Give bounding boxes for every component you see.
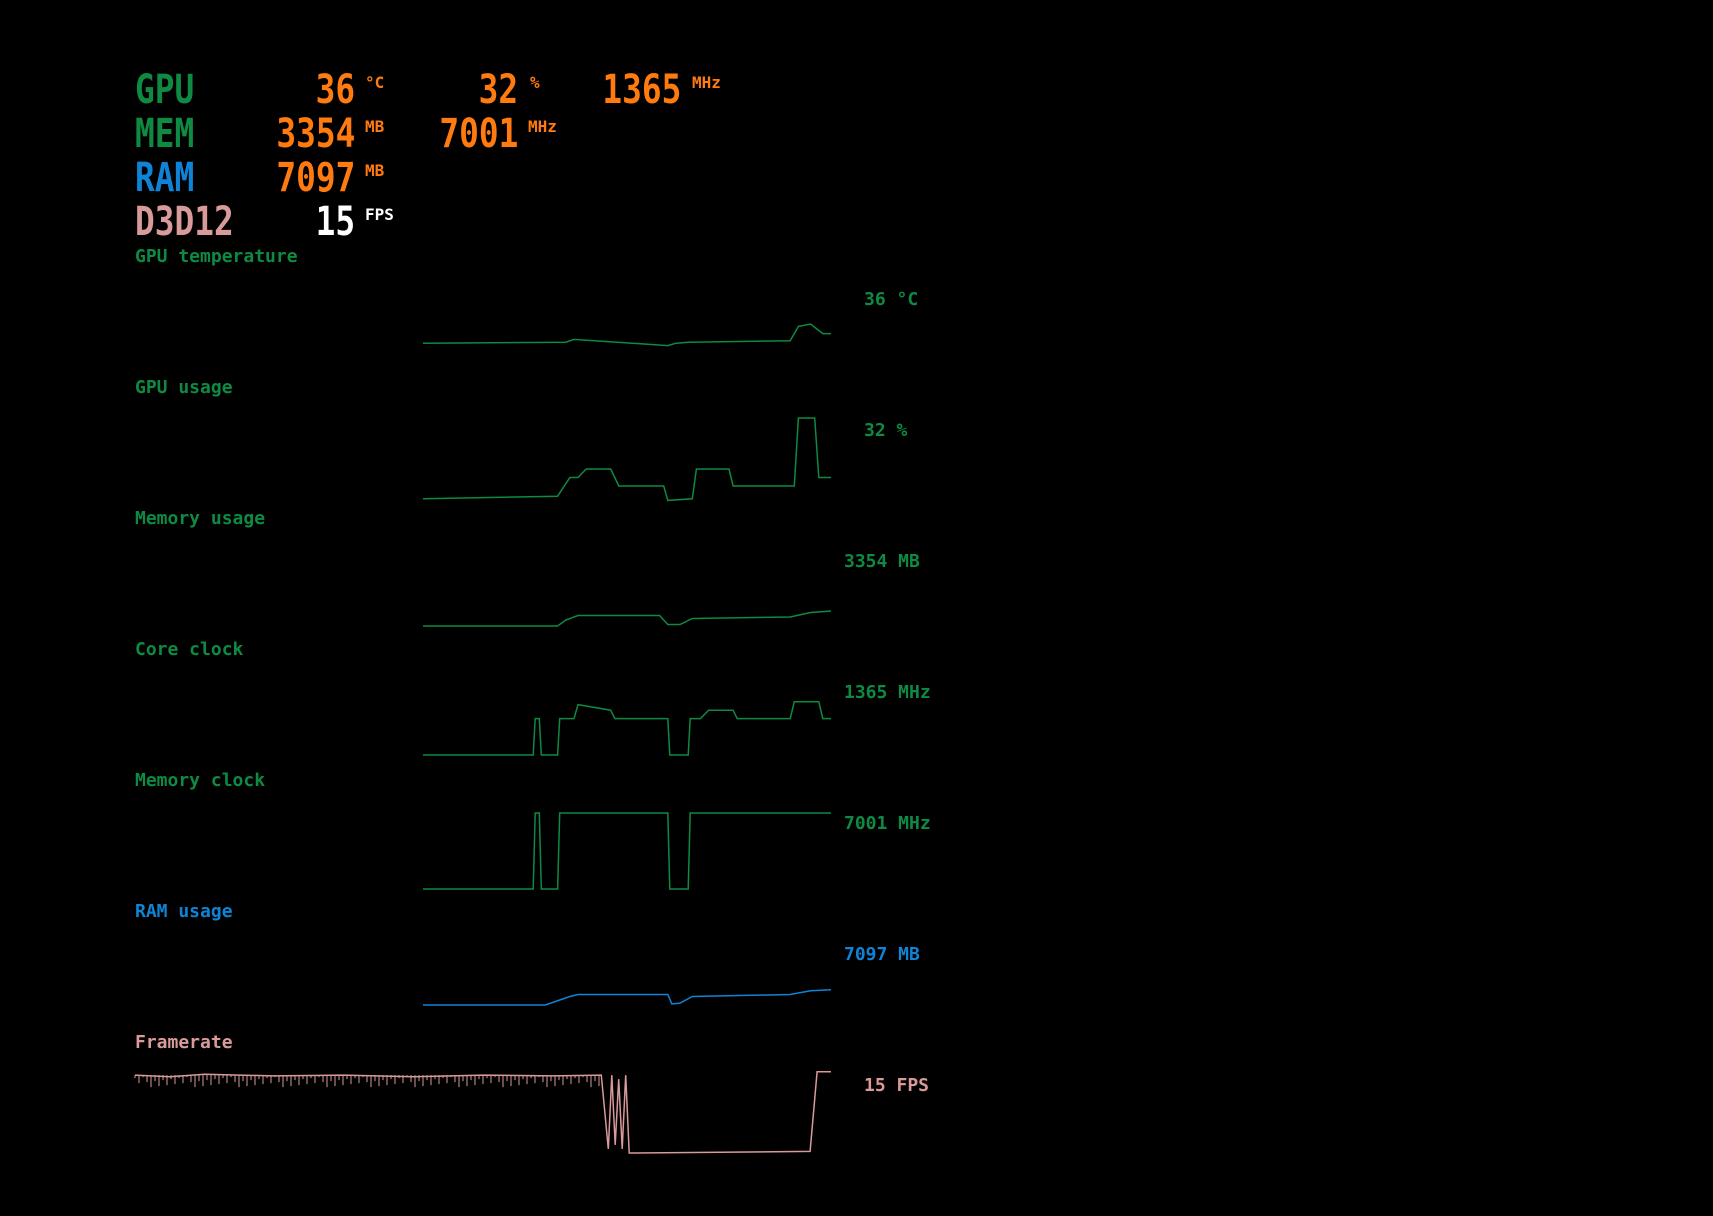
graphs-canvas <box>134 323 832 1154</box>
graph-line-core-clock <box>423 701 831 756</box>
graph-line-ram-usage <box>423 989 832 1006</box>
graph-line-gpu-temperature <box>422 323 831 347</box>
framerate-spikes <box>134 1075 600 1088</box>
graph-line-memory-usage <box>423 610 832 627</box>
graph-line-memory-clock <box>423 812 831 890</box>
graph-line-gpu-usage <box>422 417 831 502</box>
